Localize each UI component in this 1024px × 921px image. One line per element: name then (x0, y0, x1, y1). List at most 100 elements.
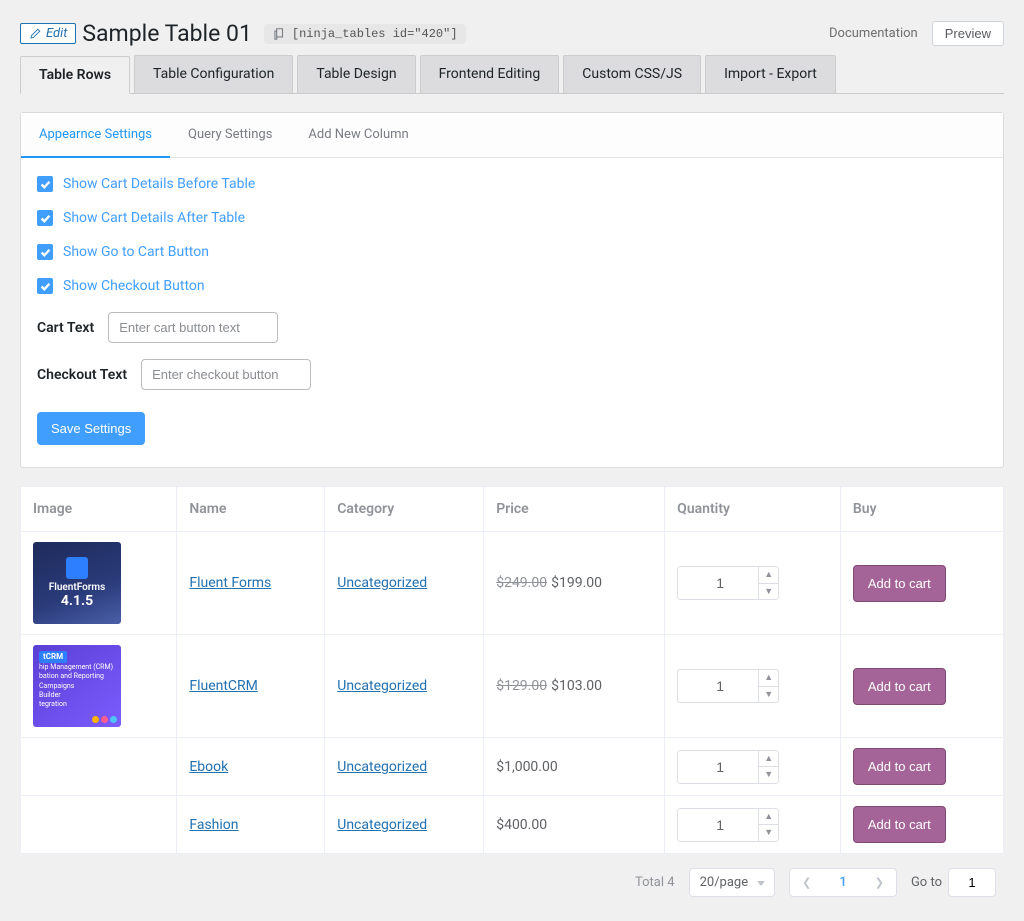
table-row: tCRMhip Management (CRM)bation and Repor… (21, 635, 1004, 738)
category-link[interactable]: Uncategorized (337, 678, 427, 694)
products-table: ImageNameCategoryPriceQuantityBuy Fluent… (20, 486, 1004, 854)
preview-button[interactable]: Preview (932, 21, 1004, 46)
qty-up-button[interactable]: ▲ (759, 809, 778, 826)
checkout-text-row: Checkout Text (37, 359, 987, 390)
page-header: Edit Sample Table 01 [ninja_tables id="4… (20, 20, 1004, 47)
cell-category: Uncategorized (325, 635, 484, 738)
current-page[interactable]: 1 (823, 869, 862, 896)
price: $199.00 (551, 575, 602, 591)
cell-category: Uncategorized (325, 796, 484, 854)
add-to-cart-button[interactable]: Add to cart (853, 748, 946, 785)
settings-body: Show Cart Details Before Table Show Cart … (21, 158, 1003, 467)
cell-price: $400.00 (484, 796, 665, 854)
shortcode-box[interactable]: [ninja_tables id="420"] (264, 24, 466, 44)
cell-name: Fluent Forms (177, 532, 325, 635)
qty-spinner: ▲▼ (758, 809, 778, 841)
qty-down-button[interactable]: ▼ (759, 687, 778, 703)
copy-icon (272, 27, 286, 41)
prev-page-button[interactable]: ❮ (790, 870, 823, 895)
col-price: Price (484, 487, 665, 532)
table-row: FluentForms4.1.5 Fluent Forms Uncategorize… (21, 532, 1004, 635)
price: $103.00 (551, 678, 602, 694)
add-to-cart-button[interactable]: Add to cart (853, 806, 946, 843)
table-row: Ebook Uncategorized $1,000.00 ▲▼ Add to cart (21, 738, 1004, 796)
checkbox-2[interactable] (37, 244, 53, 260)
pagination-total: Total 4 (635, 875, 675, 890)
col-image: Image (21, 487, 177, 532)
checkbox-label-2[interactable]: Show Go to Cart Button (63, 244, 209, 260)
edit-button[interactable]: Edit (20, 23, 76, 44)
checkout-text-input[interactable] (141, 359, 311, 390)
qty-down-button[interactable]: ▼ (759, 767, 778, 783)
tab-table-configuration[interactable]: Table Configuration (134, 55, 293, 93)
add-to-cart-button[interactable]: Add to cart (853, 565, 946, 602)
qty-up-button[interactable]: ▲ (759, 751, 778, 768)
qty-spinner: ▲▼ (758, 567, 778, 599)
category-link[interactable]: Uncategorized (337, 575, 427, 591)
tab-frontend-editing[interactable]: Frontend Editing (420, 55, 560, 93)
page-size-select[interactable]: 20/page (689, 868, 776, 897)
goto-box: Go to (911, 868, 996, 897)
pagination: Total 4 20/page ❮ 1 ❯ Go to (20, 854, 1004, 901)
cell-category: Uncategorized (325, 532, 484, 635)
product-thumbnail: FluentForms4.1.5 (33, 542, 121, 624)
page-title: Sample Table 01 (82, 20, 252, 47)
category-link[interactable]: Uncategorized (337, 817, 427, 833)
checkbox-1[interactable] (37, 210, 53, 226)
product-name-link[interactable]: Ebook (189, 759, 228, 775)
cell-price: $129.00$103.00 (484, 635, 665, 738)
subtab-add-new-column[interactable]: Add New Column (290, 113, 426, 157)
product-thumbnail: tCRMhip Management (CRM)bation and Repor… (33, 645, 121, 727)
cell-price: $249.00$199.00 (484, 532, 665, 635)
col-buy: Buy (840, 487, 1003, 532)
goto-label: Go to (911, 875, 942, 890)
tab-table-rows[interactable]: Table Rows (20, 56, 130, 94)
header-right: Documentation Preview (829, 21, 1004, 46)
checkbox-3[interactable] (37, 278, 53, 294)
cart-text-label: Cart Text (37, 320, 94, 336)
next-page-button[interactable]: ❯ (863, 870, 896, 895)
cell-image: FluentForms4.1.5 (21, 532, 177, 635)
qty-down-button[interactable]: ▼ (759, 825, 778, 841)
price: $1,000.00 (496, 759, 558, 775)
cell-quantity: ▲▼ (665, 738, 841, 796)
cell-image (21, 796, 177, 854)
subtab-query-settings[interactable]: Query Settings (170, 113, 290, 157)
sub-tabs: Appearnce SettingsQuery SettingsAdd New … (21, 113, 1003, 158)
cell-image: tCRMhip Management (CRM)bation and Repor… (21, 635, 177, 738)
cell-quantity: ▲▼ (665, 532, 841, 635)
cell-category: Uncategorized (325, 738, 484, 796)
checkout-text-label: Checkout Text (37, 367, 127, 383)
goto-input[interactable] (948, 868, 996, 897)
qty-up-button[interactable]: ▲ (759, 670, 778, 687)
checkbox-label-1[interactable]: Show Cart Details After Table (63, 210, 245, 226)
product-name-link[interactable]: FluentCRM (189, 678, 258, 694)
documentation-link[interactable]: Documentation (829, 26, 918, 41)
col-category: Category (325, 487, 484, 532)
qty-down-button[interactable]: ▼ (759, 584, 778, 600)
pager-nav: ❮ 1 ❯ (789, 868, 897, 897)
col-quantity: Quantity (665, 487, 841, 532)
subtab-appearnce-settings[interactable]: Appearnce Settings (21, 113, 170, 158)
checkbox-label-0[interactable]: Show Cart Details Before Table (63, 176, 255, 192)
save-settings-button[interactable]: Save Settings (37, 412, 145, 445)
product-name-link[interactable]: Fashion (189, 817, 238, 833)
cart-text-input[interactable] (108, 312, 278, 343)
checkbox-label-3[interactable]: Show Checkout Button (63, 278, 205, 294)
pencil-icon (29, 27, 42, 40)
tab-custom-css-js[interactable]: Custom CSS/JS (563, 55, 701, 93)
check-row-3: Show Checkout Button (37, 278, 987, 294)
price: $400.00 (496, 817, 547, 833)
edit-label: Edit (46, 26, 67, 41)
cell-quantity: ▲▼ (665, 796, 841, 854)
shortcode-text: [ninja_tables id="420"] (292, 27, 458, 41)
tab-table-design[interactable]: Table Design (297, 55, 415, 93)
cell-name: Ebook (177, 738, 325, 796)
category-link[interactable]: Uncategorized (337, 759, 427, 775)
main-tabs: Table RowsTable ConfigurationTable Desig… (20, 55, 1004, 94)
checkbox-0[interactable] (37, 176, 53, 192)
add-to-cart-button[interactable]: Add to cart (853, 668, 946, 705)
qty-up-button[interactable]: ▲ (759, 567, 778, 584)
tab-import-export[interactable]: Import - Export (705, 55, 836, 93)
product-name-link[interactable]: Fluent Forms (189, 575, 271, 591)
